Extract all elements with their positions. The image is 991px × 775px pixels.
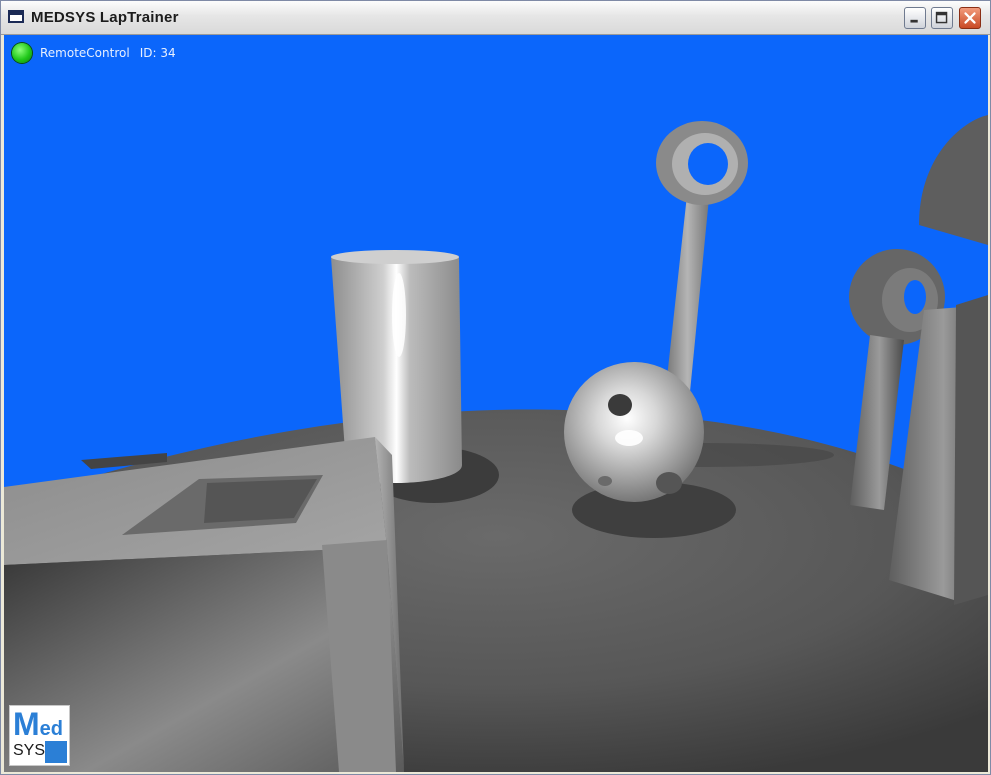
minimize-button[interactable] — [904, 7, 926, 29]
logo-letters-ed: ed — [39, 718, 63, 740]
scene-render — [4, 115, 988, 772]
maximize-button[interactable] — [931, 7, 953, 29]
hook-ring — [656, 121, 748, 205]
remote-id-label: ID: 34 — [139, 46, 176, 60]
window-title: MEDSYS LapTrainer — [31, 9, 179, 26]
minimize-icon — [910, 19, 918, 23]
window-icon[interactable] — [8, 10, 24, 23]
remote-mode-label: RemoteControl — [40, 46, 130, 60]
3d-viewport[interactable]: RemoteControl ID: 34 Med SYS — [4, 35, 988, 772]
logo-square — [45, 741, 67, 763]
app-window: MEDSYS LapTrainer RemoteControl ID: 34 M… — [0, 0, 991, 775]
close-icon — [964, 12, 976, 24]
logo-letter-m: M — [13, 706, 40, 742]
hook-rod — [666, 195, 709, 392]
remote-status: RemoteControl ID: 34 — [12, 42, 176, 64]
connection-led-icon — [12, 43, 32, 63]
medsys-logo: Med SYS — [9, 705, 70, 766]
ball — [564, 362, 704, 502]
logo-letters-sys: SYS — [13, 742, 46, 759]
close-button[interactable] — [959, 7, 981, 29]
title-bar[interactable]: MEDSYS LapTrainer — [1, 1, 990, 35]
maximize-icon — [935, 11, 948, 24]
